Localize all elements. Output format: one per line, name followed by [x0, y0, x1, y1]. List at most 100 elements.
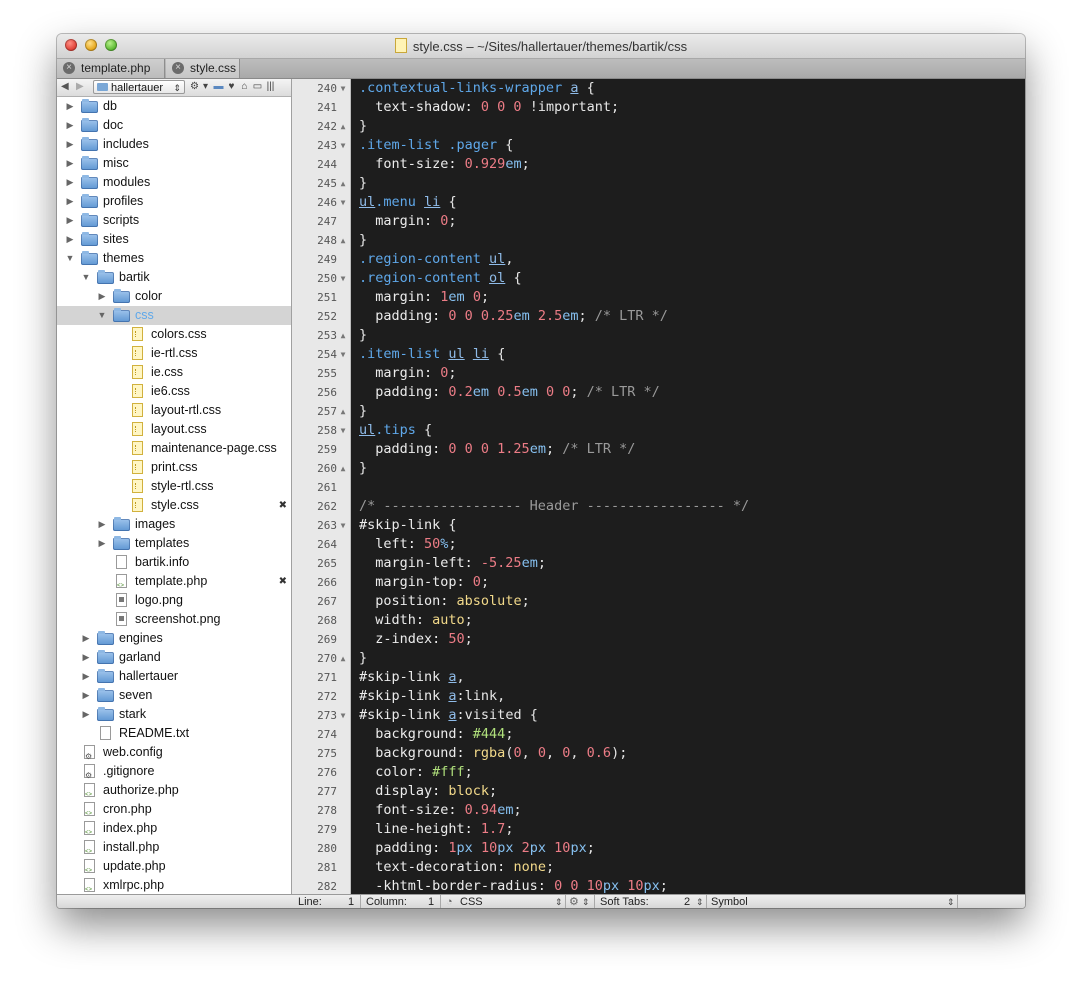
tree-file-row[interactable]: bartik.info: [57, 553, 291, 572]
code-line[interactable]: 240 ▼ .contextual-links-wrapper a {: [292, 79, 1025, 98]
folder-icon[interactable]: ▬: [213, 80, 224, 93]
code-editor[interactable]: 240 ▼ .contextual-links-wrapper a {241 tex…: [292, 79, 1025, 894]
fold-start-icon[interactable]: ▼: [338, 421, 348, 440]
code-line[interactable]: 259 padding: 0 0 0 1.25em; /* LTR */: [292, 440, 1025, 459]
code-line[interactable]: 242 ▲}: [292, 117, 1025, 136]
tree-folder-row[interactable]: ▶ engines: [57, 629, 291, 648]
fold-end-icon[interactable]: ▲: [338, 402, 348, 421]
tree-folder-row[interactable]: ▼ themes: [57, 249, 291, 268]
disclosure-closed-icon[interactable]: ▶: [65, 97, 75, 116]
tree-folder-row[interactable]: ▶ modules: [57, 173, 291, 192]
fold-start-icon[interactable]: ▼: [338, 345, 348, 364]
disclosure-closed-icon[interactable]: ▶: [97, 287, 107, 306]
back-arrow-icon[interactable]: ◀: [61, 81, 69, 92]
code-line[interactable]: 245 ▲}: [292, 174, 1025, 193]
tree-file-row[interactable]: style-rtl.css: [57, 477, 291, 496]
code-line[interactable]: 272 #skip-link a:link,: [292, 687, 1025, 706]
tree-file-row[interactable]: authorize.php: [57, 781, 291, 805]
tree-folder-row[interactable]: ▶ db: [57, 97, 291, 116]
tree-folder-row[interactable]: ▶ seven: [57, 686, 291, 705]
project-root-popup[interactable]: hallertauer ⇕: [93, 80, 185, 94]
soft-tabs-value[interactable]: 2: [684, 895, 690, 908]
code-line[interactable]: 278 font-size: 0.94em;: [292, 801, 1025, 820]
tree-file-row[interactable]: web.config: [57, 743, 291, 766]
code-line[interactable]: 268 width: auto;: [292, 611, 1025, 630]
chevron-down-icon[interactable]: ▾: [200, 80, 211, 93]
tree-folder-row[interactable]: ▶ stark: [57, 705, 291, 724]
fold-end-icon[interactable]: ▲: [338, 231, 348, 250]
disclosure-closed-icon[interactable]: ▶: [65, 192, 75, 211]
disclosure-closed-icon[interactable]: ▶: [81, 686, 91, 705]
fold-end-icon[interactable]: ▲: [338, 174, 348, 193]
fold-start-icon[interactable]: ▼: [338, 706, 348, 725]
code-line[interactable]: 246 ▼ ul.menu li {: [292, 193, 1025, 212]
fold-start-icon[interactable]: ▼: [338, 269, 348, 288]
code-line[interactable]: 279 line-height: 1.7;: [292, 820, 1025, 839]
tree-file-row[interactable]: logo.png: [57, 591, 291, 610]
code-line[interactable]: 280 padding: 1px 10px 2px 10px;: [292, 839, 1025, 858]
tree-file-row[interactable]: update.php: [57, 857, 291, 881]
disclosure-closed-icon[interactable]: ▶: [65, 173, 75, 192]
code-line[interactable]: 276 color: #fff;: [292, 763, 1025, 782]
tree-file-row[interactable]: style.css ✖: [57, 496, 291, 515]
close-file-icon[interactable]: ✖: [279, 496, 287, 515]
tree-file-row[interactable]: ie.css: [57, 363, 291, 382]
tree-folder-row[interactable]: ▶ scripts: [57, 211, 291, 230]
tree-folder-row[interactable]: ▼ bartik: [57, 268, 291, 287]
tree-folder-row[interactable]: ▶ images: [57, 515, 291, 534]
code-line[interactable]: 277 display: block;: [292, 782, 1025, 801]
fold-end-icon[interactable]: ▲: [338, 649, 348, 668]
tree-folder-row[interactable]: ▶ includes: [57, 135, 291, 154]
code-line[interactable]: 258 ▼ ul.tips {: [292, 421, 1025, 440]
code-line[interactable]: 250 ▼ .region-content ol {: [292, 269, 1025, 288]
code-line[interactable]: 266 margin-top: 0;: [292, 573, 1025, 592]
tree-file-row[interactable]: README.txt: [57, 724, 291, 743]
code-line[interactable]: 273 ▼ #skip-link a:visited {: [292, 706, 1025, 725]
code-line[interactable]: 243 ▼ .item-list .pager {: [292, 136, 1025, 155]
computer-icon[interactable]: ▭: [252, 80, 263, 93]
tree-folder-row[interactable]: ▶ garland: [57, 648, 291, 667]
disclosure-closed-icon[interactable]: ▶: [81, 629, 91, 648]
code-line[interactable]: 244 font-size: 0.929em;: [292, 155, 1025, 174]
tree-folder-row[interactable]: ▶ profiles: [57, 192, 291, 211]
close-tab-icon[interactable]: ×: [63, 62, 75, 74]
disclosure-closed-icon[interactable]: ▶: [65, 211, 75, 230]
code-line[interactable]: 265 margin-left: -5.25em;: [292, 554, 1025, 573]
code-line[interactable]: 253 ▲}: [292, 326, 1025, 345]
tree-file-row[interactable]: layout-rtl.css: [57, 401, 291, 420]
disclosure-closed-icon[interactable]: ▶: [65, 116, 75, 135]
tree-file-row[interactable]: print.css: [57, 458, 291, 477]
disclosure-closed-icon[interactable]: ▶: [65, 154, 75, 173]
code-line[interactable]: 260 ▲}: [292, 459, 1025, 478]
soft-tabs-label[interactable]: Soft Tabs:: [600, 895, 649, 908]
code-line[interactable]: 254 ▼ .item-list ul li {: [292, 345, 1025, 364]
code-line[interactable]: 267 position: absolute;: [292, 592, 1025, 611]
fold-end-icon[interactable]: ▲: [338, 459, 348, 478]
tree-file-row[interactable]: cron.php: [57, 800, 291, 824]
tree-file-row[interactable]: .gitignore: [57, 762, 291, 785]
gear-icon[interactable]: ⚙: [569, 895, 579, 908]
code-line[interactable]: 274 background: #444;: [292, 725, 1025, 744]
code-line[interactable]: 261: [292, 478, 1025, 497]
tree-file-row[interactable]: screenshot.png: [57, 610, 291, 629]
code-line[interactable]: 249 .region-content ul,: [292, 250, 1025, 269]
code-line[interactable]: 262 /* ----------------- Header ---------…: [292, 497, 1025, 516]
fold-start-icon[interactable]: ▼: [338, 193, 348, 212]
code-line[interactable]: 263 ▼ #skip-link {: [292, 516, 1025, 535]
tab-style-css[interactable]: × style.css: [166, 59, 240, 78]
forward-arrow-icon[interactable]: ▶: [76, 81, 84, 92]
tree-folder-row[interactable]: ▼ css: [57, 306, 291, 325]
close-file-icon[interactable]: ✖: [279, 572, 287, 591]
tree-folder-row[interactable]: ▶ doc: [57, 116, 291, 135]
code-line[interactable]: 251 margin: 1em 0;: [292, 288, 1025, 307]
disclosure-closed-icon[interactable]: ▶: [65, 135, 75, 154]
symbol-popup[interactable]: Symbol: [711, 895, 748, 908]
code-line[interactable]: 282 -khtml-border-radius: 0 0 10px 10px;: [292, 877, 1025, 894]
tree-folder-row[interactable]: ▶ color: [57, 287, 291, 306]
tree-file-row[interactable]: layout.css: [57, 420, 291, 439]
fold-start-icon[interactable]: ▼: [338, 136, 348, 155]
code-line[interactable]: 256 padding: 0.2em 0.5em 0 0; /* LTR */: [292, 383, 1025, 402]
tree-folder-row[interactable]: ▶ templates: [57, 534, 291, 553]
disclosure-closed-icon[interactable]: ▶: [81, 648, 91, 667]
disclosure-open-icon[interactable]: ▼: [81, 268, 91, 287]
